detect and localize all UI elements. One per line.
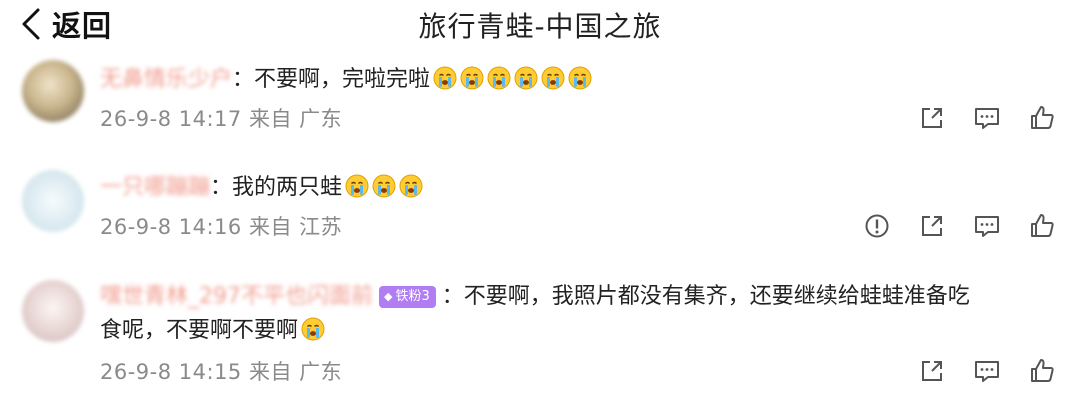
comment-text-line: 无鼻情乐少户：不要啊，完啦完啦 (100, 63, 1056, 97)
crying-emoji (568, 66, 592, 90)
crying-emoji (460, 66, 484, 90)
username[interactable]: 一只哪蹦蹦 (100, 175, 210, 200)
crying-emoji (433, 66, 457, 90)
username[interactable]: 无鼻情乐少户 (100, 67, 232, 92)
fan-badge-label: 铁粉3 (395, 289, 430, 304)
report-icon[interactable] (863, 212, 891, 240)
fan-badge[interactable]: ◆ 铁粉3 (379, 286, 436, 308)
comment-icon[interactable] (973, 104, 1001, 132)
username[interactable]: 嘿世青林_297不平也闪面前 (100, 284, 373, 309)
crying-emoji (487, 66, 511, 90)
comment-actions (891, 357, 1056, 385)
diamond-icon: ◆ (384, 290, 393, 303)
comment-text-line: 嘿世青林_297不平也闪面前 ◆ 铁粉3 ：不要啊，我照片都没有集齐，还要继续给蛙蛙准… (100, 280, 1056, 314)
comment-text-line: 食呢，不要啊不要啊 (100, 314, 1056, 348)
comment-text: ：我的两只蛙 (210, 175, 343, 200)
comment-icon[interactable] (973, 357, 1001, 385)
crying-emoji (372, 174, 396, 198)
comment-icon[interactable] (973, 212, 1001, 240)
crying-emoji (345, 174, 369, 198)
comment-actions (836, 212, 1056, 240)
avatar[interactable] (22, 170, 84, 232)
comment-text: ：不要啊，完啦完啦 (232, 67, 431, 92)
comment-text-line: 一只哪蹦蹦：我的两只蛙 (100, 171, 1056, 205)
share-icon[interactable] (918, 104, 946, 132)
like-icon[interactable] (1028, 212, 1056, 240)
crying-emoji (399, 174, 423, 198)
like-icon[interactable] (1028, 357, 1056, 385)
crying-emoji (301, 317, 325, 341)
avatar[interactable] (22, 280, 84, 342)
comment-text: ：不要啊，我照片都没有集齐，还要继续给蛙蛙准备吃 (441, 284, 970, 309)
crying-emoji (514, 66, 538, 90)
nav-header: 返回 旅行青蛙-中国之旅 (0, 0, 1080, 52)
comment-meta: 26-9-8 14:16 来自 江苏 (100, 215, 343, 239)
share-icon[interactable] (918, 357, 946, 385)
crying-emoji (541, 66, 565, 90)
comment-actions (891, 104, 1056, 132)
comment-meta: 26-9-8 14:17 来自 广东 (100, 107, 343, 131)
comment-text-cont: 食呢，不要啊不要啊 (100, 318, 299, 343)
share-icon[interactable] (918, 212, 946, 240)
page-title: 旅行青蛙-中国之旅 (418, 10, 662, 43)
like-icon[interactable] (1028, 104, 1056, 132)
comment-meta: 26-9-8 14:15 来自 广东 (100, 360, 343, 384)
avatar[interactable] (22, 60, 84, 122)
